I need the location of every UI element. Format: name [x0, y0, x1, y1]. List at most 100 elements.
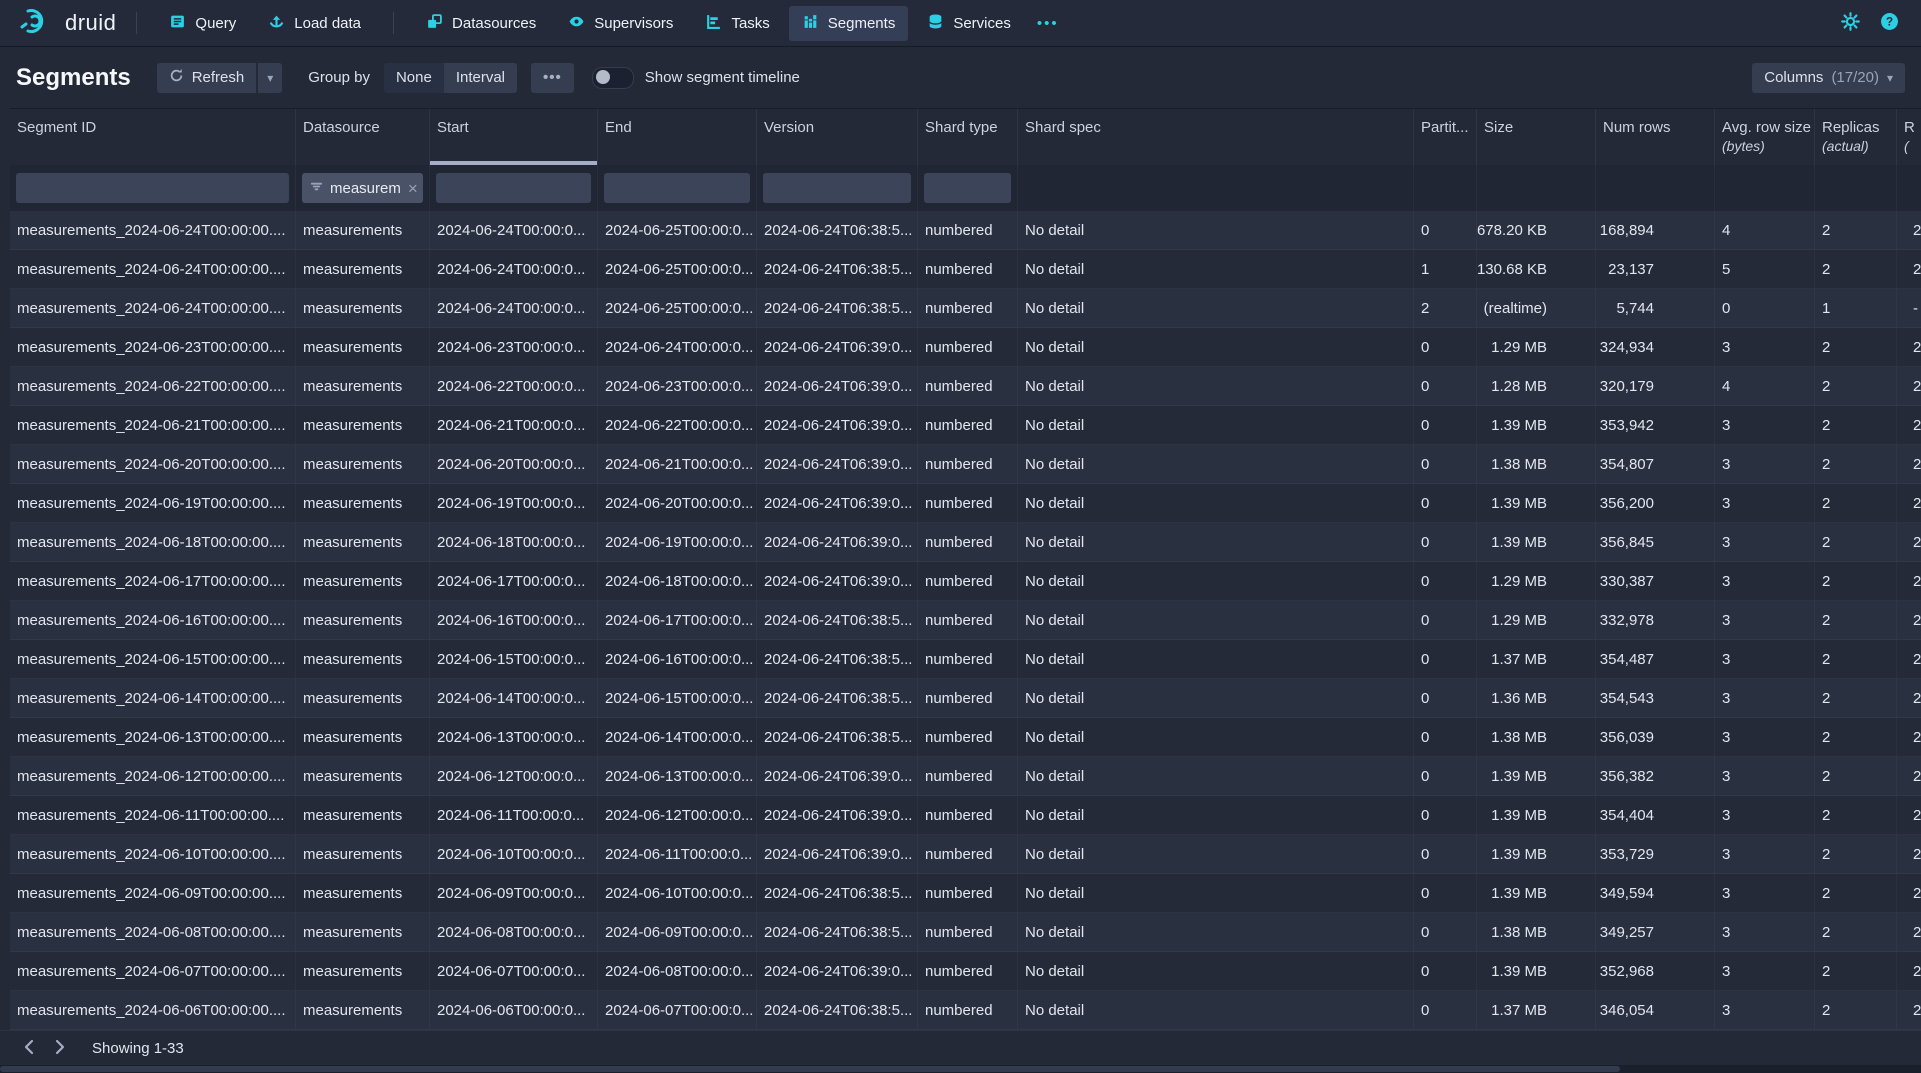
cell-partition: 0	[1414, 952, 1477, 990]
cell-segment-id: measurements_2024-06-21T00:00:00....	[10, 406, 296, 444]
col-header-shard-spec[interactable]: Shard spec	[1018, 109, 1414, 165]
table-row[interactable]: measurements_2024-06-15T00:00:00....meas…	[10, 640, 1921, 679]
cell-shard-spec: No detail	[1018, 640, 1414, 678]
nav-item-supervisors[interactable]: Supervisors	[555, 6, 686, 41]
col-header-size[interactable]: Size	[1477, 109, 1596, 165]
nav-item-label: Segments	[828, 15, 896, 32]
close-icon[interactable]: ×	[408, 180, 418, 197]
table-row[interactable]: measurements_2024-06-08T00:00:00....meas…	[10, 913, 1921, 952]
col-header-start[interactable]: Start	[430, 109, 598, 165]
nav-item-load-data[interactable]: Load data	[255, 6, 374, 41]
cell-shard-spec: No detail	[1018, 445, 1414, 483]
col-header-num-rows[interactable]: Num rows	[1596, 109, 1715, 165]
segments-toolbar: Segments Refresh ▾ Group by None Interva…	[0, 47, 1921, 108]
cell-start: 2024-06-17T00:00:0...	[430, 562, 598, 600]
cell-avg-row-size: 3	[1715, 679, 1815, 717]
start-filter-input[interactable]	[436, 173, 591, 203]
cell-partition: 0	[1414, 328, 1477, 366]
cell-avg-row-size: 3	[1715, 523, 1815, 561]
nav-item-services[interactable]: Services	[914, 6, 1024, 41]
table-row[interactable]: measurements_2024-06-11T00:00:00....meas…	[10, 796, 1921, 835]
cell-shard-type: numbered	[918, 289, 1018, 327]
table-row[interactable]: measurements_2024-06-24T00:00:00....meas…	[10, 211, 1921, 250]
col-header-end[interactable]: End	[598, 109, 757, 165]
cell-replication: 2	[1897, 874, 1921, 912]
cell-replicas: 2	[1815, 523, 1897, 561]
group-by-none-button[interactable]: None	[384, 63, 444, 93]
cell-num-rows: 354,487	[1596, 640, 1715, 678]
table-row[interactable]: measurements_2024-06-14T00:00:00....meas…	[10, 679, 1921, 718]
col-header-partition[interactable]: Partit...	[1414, 109, 1477, 165]
refresh-caret-button[interactable]: ▾	[258, 63, 282, 93]
settings-button[interactable]	[1839, 10, 1862, 36]
cell-datasource: measurements	[296, 562, 430, 600]
segment-timeline-toggle[interactable]	[592, 67, 634, 89]
col-header-datasource[interactable]: Datasource	[296, 109, 430, 165]
table-row[interactable]: measurements_2024-06-16T00:00:00....meas…	[10, 601, 1921, 640]
table-row[interactable]: measurements_2024-06-20T00:00:00....meas…	[10, 445, 1921, 484]
cell-end: 2024-06-25T00:00:0...	[598, 289, 757, 327]
table-row[interactable]: measurements_2024-06-24T00:00:00....meas…	[10, 250, 1921, 289]
cell-segment-id: measurements_2024-06-24T00:00:00....	[10, 250, 296, 288]
columns-button[interactable]: Columns (17/20) ▾	[1752, 63, 1905, 93]
table-row[interactable]: measurements_2024-06-21T00:00:00....meas…	[10, 406, 1921, 445]
prev-page-button[interactable]	[12, 1034, 44, 1062]
nav-item-datasources[interactable]: Datasources	[413, 6, 549, 41]
cell-size: 1.39 MB	[1477, 757, 1596, 795]
end-filter-input[interactable]	[604, 173, 750, 203]
table-row[interactable]: measurements_2024-06-07T00:00:00....meas…	[10, 952, 1921, 991]
chevron-left-icon	[23, 1039, 34, 1058]
col-header-segment-id[interactable]: Segment ID	[10, 109, 296, 165]
toggle-knob	[596, 70, 610, 84]
nav-item-tasks[interactable]: Tasks	[692, 6, 782, 41]
col-header-replication[interactable]: R(	[1897, 109, 1921, 165]
col-header-shard-type[interactable]: Shard type	[918, 109, 1018, 165]
cell-version: 2024-06-24T06:39:0...	[757, 523, 918, 561]
datasource-filter-tag[interactable]: measurem ×	[302, 173, 423, 203]
cell-segment-id: measurements_2024-06-11T00:00:00....	[10, 796, 296, 834]
cell-size: (realtime)	[1477, 289, 1596, 327]
segment-id-filter-input[interactable]	[16, 173, 289, 203]
druid-logo[interactable]: druid	[18, 6, 116, 41]
table-row[interactable]: measurements_2024-06-12T00:00:00....meas…	[10, 757, 1921, 796]
refresh-button[interactable]: Refresh	[157, 63, 257, 93]
col-header-avg-row-size[interactable]: Avg. row size(bytes)	[1715, 109, 1815, 165]
cell-datasource: measurements	[296, 718, 430, 756]
shard-type-filter-input[interactable]	[924, 173, 1011, 203]
table-row[interactable]: measurements_2024-06-23T00:00:00....meas…	[10, 328, 1921, 367]
cell-segment-id: measurements_2024-06-17T00:00:00....	[10, 562, 296, 600]
cell-shard-type: numbered	[918, 796, 1018, 834]
cell-replication: 2	[1897, 523, 1921, 561]
more-options-button[interactable]: •••	[531, 63, 574, 93]
table-row[interactable]: measurements_2024-06-22T00:00:00....meas…	[10, 367, 1921, 406]
col-header-version[interactable]: Version	[757, 109, 918, 165]
horizontal-scrollbar[interactable]	[0, 1065, 1921, 1073]
nav-item-query[interactable]: Query	[156, 6, 249, 41]
nav-item-segments[interactable]: Segments	[789, 6, 909, 41]
table-row[interactable]: measurements_2024-06-19T00:00:00....meas…	[10, 484, 1921, 523]
next-page-button[interactable]	[44, 1034, 76, 1062]
table-row[interactable]: measurements_2024-06-09T00:00:00....meas…	[10, 874, 1921, 913]
cell-version: 2024-06-24T06:38:5...	[757, 874, 918, 912]
cell-num-rows: 353,729	[1596, 835, 1715, 873]
cell-end: 2024-06-10T00:00:0...	[598, 874, 757, 912]
col-header-replicas[interactable]: Replicas(actual)	[1815, 109, 1897, 165]
table-row[interactable]: measurements_2024-06-24T00:00:00....meas…	[10, 289, 1921, 328]
scrollbar-thumb[interactable]	[0, 1066, 1620, 1072]
version-filter-input[interactable]	[763, 173, 911, 203]
cell-start: 2024-06-24T00:00:0...	[430, 211, 598, 249]
help-button[interactable]: ?	[1878, 10, 1901, 36]
cell-end: 2024-06-21T00:00:0...	[598, 445, 757, 483]
table-row[interactable]: measurements_2024-06-06T00:00:00....meas…	[10, 991, 1921, 1030]
table-row[interactable]: measurements_2024-06-13T00:00:00....meas…	[10, 718, 1921, 757]
nav-more-button[interactable]: •••	[1027, 8, 1069, 39]
group-by-interval-button[interactable]: Interval	[444, 63, 517, 93]
cell-version: 2024-06-24T06:39:0...	[757, 562, 918, 600]
table-row[interactable]: measurements_2024-06-10T00:00:00....meas…	[10, 835, 1921, 874]
cell-partition: 0	[1414, 913, 1477, 951]
table-row[interactable]: measurements_2024-06-17T00:00:00....meas…	[10, 562, 1921, 601]
cell-partition: 0	[1414, 796, 1477, 834]
cell-end: 2024-06-25T00:00:0...	[598, 211, 757, 249]
table-row[interactable]: measurements_2024-06-18T00:00:00....meas…	[10, 523, 1921, 562]
cell-replicas: 2	[1815, 991, 1897, 1029]
